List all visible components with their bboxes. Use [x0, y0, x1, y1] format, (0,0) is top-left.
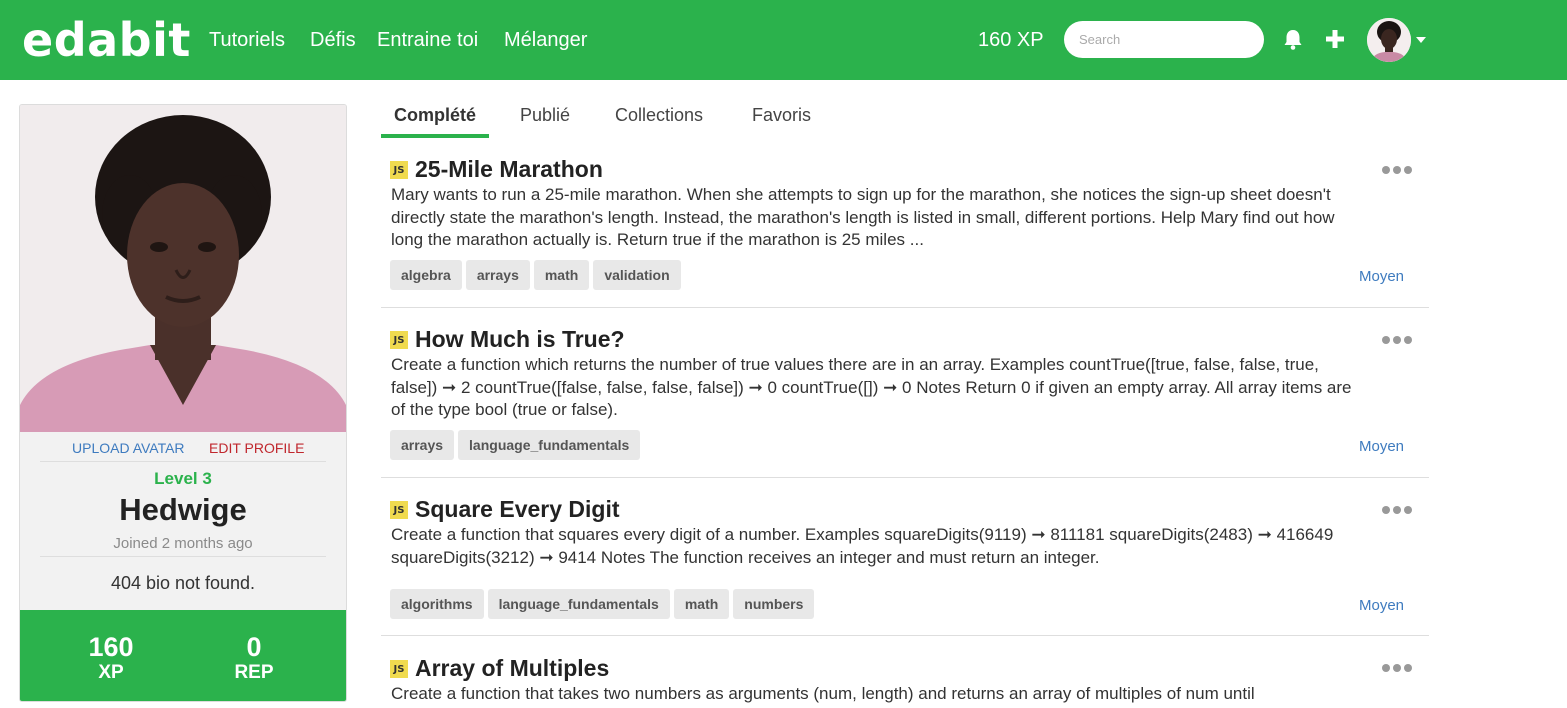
difficulty-label: Moyen — [1359, 268, 1405, 285]
difficulty-label: Moyen — [1359, 597, 1405, 614]
chevron-down-icon[interactable] — [1415, 36, 1427, 44]
xp-stat-label: XP — [98, 662, 124, 683]
joined-date: Joined 2 months ago — [113, 535, 253, 552]
tag[interactable]: math — [673, 589, 730, 619]
tag[interactable]: math — [533, 260, 590, 290]
javascript-badge-icon: JS — [390, 501, 408, 519]
edabit-logo[interactable]: edabit — [22, 12, 191, 68]
tag[interactable]: language_fundamentals — [458, 430, 641, 460]
active-tab-indicator — [381, 134, 489, 138]
profile-card: UPLOAD AVATAR EDIT PROFILE Level 3 Hedwi… — [19, 104, 347, 702]
more-dots-icon[interactable] — [1381, 335, 1413, 345]
tab-collections[interactable]: Collections — [615, 104, 703, 138]
tag[interactable]: arrays — [390, 430, 455, 460]
search-input[interactable] — [1064, 21, 1264, 58]
divider — [40, 461, 326, 462]
tag-list: algebra arrays math validation — [390, 260, 685, 290]
tag[interactable]: numbers — [733, 589, 815, 619]
xp-stat-value: 160 — [88, 632, 134, 662]
challenge-title[interactable]: 25-Mile Marathon — [415, 155, 603, 183]
tag-list: algorithms language_fundamentals math numbe… — [390, 589, 818, 619]
upload-avatar-link[interactable]: UPLOAD AVATAR — [72, 440, 185, 456]
challenge-title[interactable]: How Much is True? — [415, 325, 625, 353]
nav-link-entraine-toi[interactable]: Entraine toi — [377, 28, 478, 52]
tab-favoris[interactable]: Favoris — [752, 104, 811, 138]
nav-link-melanger[interactable]: Mélanger — [504, 28, 587, 52]
challenge-title[interactable]: Square Every Digit — [415, 495, 620, 523]
rep-stat-value: 0 — [246, 632, 262, 662]
nav-link-defis[interactable]: Défis — [310, 28, 356, 52]
profile-name: Hedwige — [119, 492, 247, 527]
level-label: Level 3 — [154, 469, 212, 488]
tag[interactable]: language_fundamentals — [487, 589, 670, 619]
divider — [40, 556, 326, 557]
tag-list: arrays language_fundamentals — [390, 430, 644, 460]
javascript-badge-icon: JS — [390, 161, 408, 179]
tag[interactable]: validation — [593, 260, 681, 290]
tag[interactable]: algebra — [390, 260, 462, 290]
xp-counter: 160 XP — [978, 29, 1044, 51]
tag[interactable]: arrays — [465, 260, 530, 290]
challenge-title[interactable]: Array of Multiples — [415, 654, 609, 682]
javascript-badge-icon: JS — [390, 331, 408, 349]
avatar[interactable] — [1367, 18, 1411, 62]
tag[interactable]: algorithms — [390, 589, 484, 619]
difficulty-label: Moyen — [1359, 438, 1405, 455]
challenge-description: Mary wants to run a 25-mile marathon. Wh… — [391, 185, 1335, 249]
xp-stat: 160 XP — [51, 632, 171, 684]
tab-complete[interactable]: Complété — [394, 104, 476, 138]
bell-icon[interactable] — [1282, 28, 1304, 52]
profile-actions: UPLOAD AVATAR EDIT PROFILE — [20, 438, 346, 460]
javascript-badge-icon: JS — [390, 660, 408, 678]
challenge-item[interactable]: JS Array of Multiples Create a function … — [381, 645, 1429, 708]
challenge-description: Create a function that takes two numbers… — [391, 684, 1255, 703]
nav-link-tutoriels[interactable]: Tutoriels — [209, 28, 285, 52]
top-navbar: edabit Tutoriels Défis Entraine toi Méla… — [0, 0, 1567, 80]
plus-icon[interactable] — [1324, 28, 1346, 50]
rep-stat: 0 REP — [194, 632, 314, 684]
more-dots-icon[interactable] — [1381, 505, 1413, 515]
profile-photo — [20, 105, 346, 432]
rep-stat-label: REP — [234, 662, 274, 683]
more-dots-icon[interactable] — [1381, 165, 1413, 175]
challenge-description: Create a function which returns the numb… — [391, 355, 1352, 419]
profile-stats: 160 XP 0 REP — [20, 610, 346, 701]
challenge-description: Create a function that squares every dig… — [391, 525, 1334, 567]
edit-profile-link[interactable]: EDIT PROFILE — [209, 440, 304, 456]
challenge-item[interactable]: JS Square Every Digit Create a function … — [381, 487, 1429, 636]
challenge-item[interactable]: JS 25-Mile Marathon Mary wants to run a … — [381, 146, 1429, 308]
challenge-item[interactable]: JS How Much is True? Create a function w… — [381, 316, 1429, 478]
more-dots-icon[interactable] — [1381, 663, 1413, 673]
tab-publie[interactable]: Publié — [520, 104, 570, 138]
profile-bio: 404 bio not found. — [110, 573, 256, 593]
